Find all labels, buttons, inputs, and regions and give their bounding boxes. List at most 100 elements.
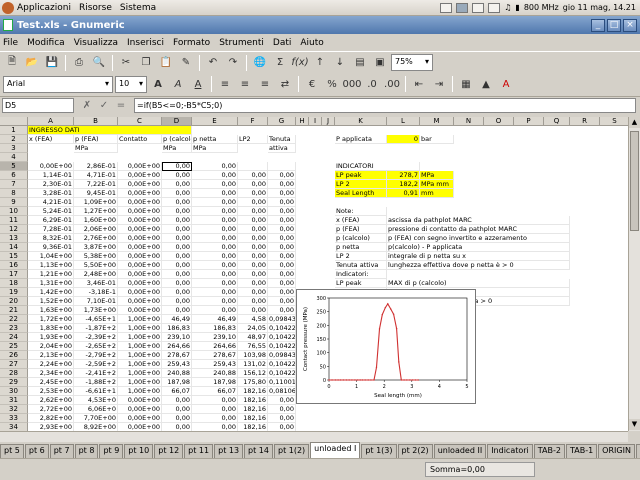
row-header-24[interactable]: 24 (0, 333, 28, 342)
cell-b7[interactable]: 7,22E-01 (74, 180, 118, 189)
cell-a26[interactable]: 2,13E+00 (28, 351, 74, 360)
accept-icon[interactable]: ✓ (97, 100, 111, 111)
column-header-n[interactable]: N (454, 117, 484, 126)
cell-f18[interactable]: 0,00 (238, 279, 268, 288)
column-header-l[interactable]: L (387, 117, 420, 126)
row-header-6[interactable]: 6 (0, 171, 28, 180)
cell-g6[interactable]: 0,00 (268, 171, 296, 180)
cell-k18[interactable]: LP peak (335, 279, 387, 288)
cell-e3[interactable]: MPa (192, 144, 238, 153)
undo-icon[interactable]: ↶ (204, 54, 222, 72)
cell-k14[interactable]: p netta (335, 243, 387, 252)
sheet-tab[interactable]: TAB-1 (565, 444, 598, 458)
cell-d21[interactable]: 0,00 (162, 306, 192, 315)
row-header-20[interactable]: 20 (0, 297, 28, 306)
cell-e5[interactable]: 0,00 (192, 162, 238, 171)
cell-e33[interactable]: 0,00 (192, 414, 238, 423)
cell-b33[interactable]: 7,70E+00 (74, 414, 118, 423)
sheet-tab[interactable]: Pressure (635, 444, 640, 458)
cell-a28[interactable]: 2,34E+00 (28, 369, 74, 378)
horizontal-scrollbar[interactable] (0, 431, 628, 442)
cell-g22[interactable]: 0,09843 (268, 315, 296, 324)
row-header-13[interactable]: 13 (0, 234, 28, 243)
cell-e28[interactable]: 240,88 (192, 369, 238, 378)
sort-descending-icon[interactable]: ↓ (331, 54, 349, 72)
sheet-tab[interactable]: pt 10 (124, 444, 154, 458)
cell-m6[interactable]: MPa (420, 171, 454, 180)
cell-a13[interactable]: 8,32E-01 (28, 234, 74, 243)
cell-g16[interactable]: 0,00 (268, 261, 296, 270)
sheet-tab[interactable]: pt 14 (244, 444, 273, 458)
cell-a5[interactable]: 0,00E+00 (28, 162, 74, 171)
row-header-9[interactable]: 9 (0, 198, 28, 207)
cell-b15[interactable]: 5,38E+00 (74, 252, 118, 261)
sheet-tab[interactable]: pt 5 (0, 444, 24, 458)
cell-k16[interactable]: Tenuta attiva (335, 261, 387, 270)
cell-a15[interactable]: 1,04E+00 (28, 252, 74, 261)
cell-b28[interactable]: -2,41E+2 (74, 369, 118, 378)
cell-a12[interactable]: 7,28E-01 (28, 225, 74, 234)
cell-c13[interactable]: 0,00E+00 (118, 234, 162, 243)
zoom-combo[interactable]: 75% ▾ (391, 54, 433, 71)
cell-d9[interactable]: 0,00 (162, 198, 192, 207)
cell-g3[interactable]: attiva (268, 144, 296, 153)
row-header-31[interactable]: 31 (0, 396, 28, 405)
cell-g30[interactable]: 0,08106 (268, 387, 296, 396)
cell-f2[interactable]: LP2 (238, 135, 268, 144)
cell-g15[interactable]: 0,00 (268, 252, 296, 261)
cell-c2[interactable]: Contatto (118, 135, 162, 144)
cell-c27[interactable]: 1,00E+00 (118, 360, 162, 369)
row-header-23[interactable]: 23 (0, 324, 28, 333)
cell-f14[interactable]: 0,00 (238, 243, 268, 252)
cell-e13[interactable]: 0,00 (192, 234, 238, 243)
cell-e31[interactable]: 0,00 (192, 396, 238, 405)
cell-a25[interactable]: 2,04E+00 (28, 342, 74, 351)
vertical-scrollbar[interactable]: ▲ ▼ (628, 117, 640, 431)
cell-b9[interactable]: 1,09E+00 (74, 198, 118, 207)
cell-e15[interactable]: 0,00 (192, 252, 238, 261)
print-preview-icon[interactable]: 🔍 (90, 54, 108, 72)
cell-b31[interactable]: 4,53E+0 (74, 396, 118, 405)
cell-e22[interactable]: 46,49 (192, 315, 238, 324)
cell-a30[interactable]: 2,53E+00 (28, 387, 74, 396)
indent-increase-icon[interactable]: ⇥ (430, 75, 448, 93)
cell-g10[interactable]: 0,00 (268, 207, 296, 216)
cell-d3[interactable]: MPa (162, 144, 192, 153)
cell-g23[interactable]: 0,10422 (268, 324, 296, 333)
cell-c23[interactable]: 1,00E+00 (118, 324, 162, 333)
cell-k12[interactable]: p (FEA) (335, 225, 387, 234)
cell-f26[interactable]: 103,98 (238, 351, 268, 360)
cell-d15[interactable]: 0,00 (162, 252, 192, 261)
cell-a18[interactable]: 1,31E+00 (28, 279, 74, 288)
cell-f17[interactable]: 0,00 (238, 270, 268, 279)
cell-f6[interactable]: 0,00 (238, 171, 268, 180)
row-header-3[interactable]: 3 (0, 144, 28, 153)
cell-c9[interactable]: 0,00E+00 (118, 198, 162, 207)
cell-e20[interactable]: 0,00 (192, 297, 238, 306)
maximize-button[interactable]: □ (607, 18, 621, 32)
cell-d5[interactable]: 0,00 (162, 162, 192, 171)
row-header-7[interactable]: 7 (0, 180, 28, 189)
cell-c15[interactable]: 0,00E+00 (118, 252, 162, 261)
cell-d27[interactable]: 259,43 (162, 360, 192, 369)
redo-icon[interactable]: ↷ (224, 54, 242, 72)
cell-e21[interactable]: 0,00 (192, 306, 238, 315)
cell-f22[interactable]: 4,58 (238, 315, 268, 324)
cell-b14[interactable]: 3,87E+00 (74, 243, 118, 252)
sheet-tab[interactable]: pt 2(2) (397, 444, 433, 458)
chart-icon[interactable]: ▤ (351, 54, 369, 72)
cell-b23[interactable]: -1,87E+2 (74, 324, 118, 333)
cell-e9[interactable]: 0,00 (192, 198, 238, 207)
workspace-3-icon[interactable] (472, 2, 485, 13)
cell-c21[interactable]: 0,00E+00 (118, 306, 162, 315)
cell-d12[interactable]: 0,00 (162, 225, 192, 234)
cell-a17[interactable]: 1,21E+00 (28, 270, 74, 279)
cell-d25[interactable]: 264,66 (162, 342, 192, 351)
sheet-tab[interactable]: unloaded I (310, 442, 361, 458)
cell-k13[interactable]: p (calcolo) (335, 234, 387, 243)
cell-a33[interactable]: 2,82E+00 (28, 414, 74, 423)
cell-l18[interactable]: MAX di p (calcolo) (387, 279, 570, 288)
cell-m2[interactable]: bar (420, 135, 454, 144)
save-icon[interactable]: 💾 (43, 54, 61, 72)
menu-sistema[interactable]: Sistema (120, 3, 156, 13)
